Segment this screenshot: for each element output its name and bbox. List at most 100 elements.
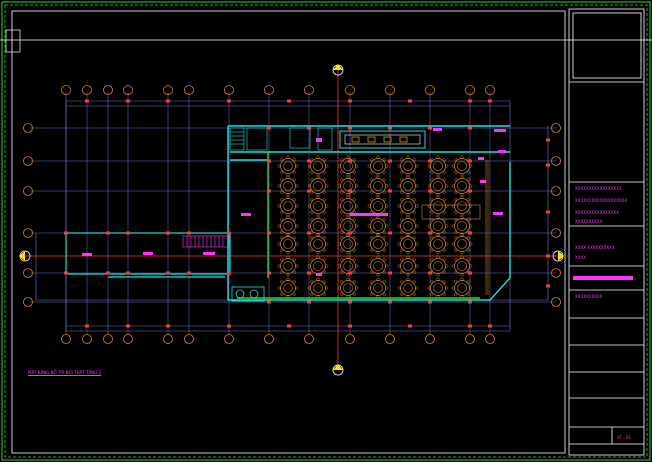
grid-bubble-icon bbox=[61, 334, 71, 344]
column bbox=[546, 138, 550, 142]
column bbox=[348, 324, 352, 328]
title-note-5: XXXX XXXXXXXXXX bbox=[575, 245, 615, 250]
column bbox=[64, 231, 68, 235]
round-table bbox=[277, 233, 299, 255]
banquet-tables bbox=[277, 155, 473, 299]
title-note-7: XXXXXXXXXX bbox=[575, 294, 603, 299]
grid-bubble-icon bbox=[264, 334, 274, 344]
round-table bbox=[307, 233, 329, 255]
round-table bbox=[277, 155, 299, 177]
round-table bbox=[451, 195, 473, 217]
column bbox=[428, 126, 432, 130]
grid-bubble-icon bbox=[82, 334, 92, 344]
title-block bbox=[568, 8, 645, 456]
column bbox=[408, 324, 412, 328]
column bbox=[348, 231, 352, 235]
round-table bbox=[451, 277, 473, 299]
column bbox=[307, 300, 311, 304]
column bbox=[428, 300, 432, 304]
plan-title: MẶT BẰNG BỐ TRÍ NỘI THẤT TẦNG 2 bbox=[28, 370, 102, 375]
column bbox=[428, 231, 432, 235]
column bbox=[388, 300, 392, 304]
title-note-4: XXXXXXXXXX bbox=[575, 219, 603, 224]
column bbox=[267, 231, 271, 235]
column bbox=[388, 189, 392, 193]
column bbox=[227, 231, 231, 235]
grid-bubble-icon bbox=[485, 334, 495, 344]
grid-bubble-icon bbox=[345, 334, 355, 344]
column bbox=[546, 284, 550, 288]
round-table bbox=[427, 195, 449, 217]
grid-bubble-icon bbox=[163, 334, 173, 344]
column bbox=[408, 99, 412, 103]
column bbox=[468, 271, 472, 275]
round-table bbox=[397, 175, 419, 197]
column bbox=[126, 231, 130, 235]
service-tags bbox=[241, 128, 506, 276]
column bbox=[307, 126, 311, 130]
round-table bbox=[337, 195, 359, 217]
column bbox=[166, 271, 170, 275]
column bbox=[166, 324, 170, 328]
column bbox=[126, 324, 130, 328]
title-note-1: XXXXXXXXXXXXXXXXX bbox=[575, 186, 622, 191]
round-table bbox=[337, 233, 359, 255]
column bbox=[85, 324, 89, 328]
round-table bbox=[427, 155, 449, 177]
column bbox=[468, 189, 472, 193]
column bbox=[227, 324, 231, 328]
column bbox=[126, 271, 130, 275]
left-wing-stair bbox=[182, 235, 230, 248]
column bbox=[126, 99, 130, 103]
round-table bbox=[337, 155, 359, 177]
round-table bbox=[367, 175, 389, 197]
column bbox=[106, 271, 110, 275]
column bbox=[348, 189, 352, 193]
round-table bbox=[427, 277, 449, 299]
grid-bubble-icon bbox=[184, 334, 194, 344]
column bbox=[428, 271, 432, 275]
round-table bbox=[427, 175, 449, 197]
round-table bbox=[307, 155, 329, 177]
column bbox=[187, 271, 191, 275]
column bbox=[64, 271, 68, 275]
round-table bbox=[397, 233, 419, 255]
round-table bbox=[451, 155, 473, 177]
column bbox=[267, 159, 271, 163]
grid-bubble-icon bbox=[123, 334, 133, 344]
sheet-number: KT - 04 bbox=[617, 435, 631, 440]
round-table bbox=[397, 195, 419, 217]
cursor-crosshair bbox=[0, 29, 652, 53]
column bbox=[187, 231, 191, 235]
grid-bubble-icon bbox=[425, 334, 435, 344]
column bbox=[348, 126, 352, 130]
column bbox=[307, 271, 311, 275]
round-table bbox=[307, 175, 329, 197]
column bbox=[267, 189, 271, 193]
grid-bubble-icon bbox=[304, 334, 314, 344]
round-table bbox=[307, 277, 329, 299]
column bbox=[166, 231, 170, 235]
grid-bubble-icon bbox=[224, 334, 234, 344]
round-table bbox=[397, 277, 419, 299]
column bbox=[348, 300, 352, 304]
column bbox=[468, 324, 472, 328]
round-table bbox=[367, 155, 389, 177]
column bbox=[488, 324, 492, 328]
round-table bbox=[367, 277, 389, 299]
grid-bubble-icon bbox=[103, 334, 113, 344]
grid-bubble-icon bbox=[385, 334, 395, 344]
column bbox=[348, 159, 352, 163]
column bbox=[267, 271, 271, 275]
sheet-border bbox=[1, 1, 651, 461]
left-wing-tags bbox=[82, 252, 215, 256]
round-table bbox=[337, 277, 359, 299]
cad-drawing-canvas bbox=[0, 1, 652, 461]
column bbox=[348, 271, 352, 275]
column bbox=[227, 99, 231, 103]
round-table bbox=[277, 195, 299, 217]
column bbox=[388, 231, 392, 235]
round-table bbox=[337, 175, 359, 197]
round-table bbox=[427, 233, 449, 255]
column bbox=[488, 99, 492, 103]
